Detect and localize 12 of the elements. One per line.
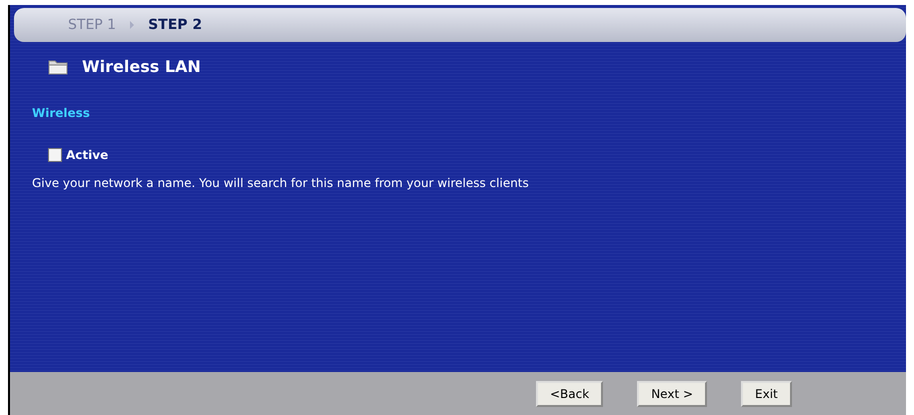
checkbox[interactable] (48, 148, 62, 162)
wizard-button[interactable]: Next > (637, 380, 708, 406)
checkbox-label: Active (66, 148, 108, 162)
wizard-button[interactable]: <Back (536, 380, 604, 406)
page-title: Wireless LAN (82, 57, 201, 76)
section-heading: Wireless (32, 106, 91, 120)
step-label: STEP 1 (68, 17, 116, 33)
folder-icon (48, 58, 68, 74)
description-text: Give your network a name. You will search for this name from your wireless clients (32, 176, 530, 190)
wizard-button[interactable]: Exit (741, 380, 792, 406)
step-label: STEP 2 (148, 17, 202, 33)
arrow-icon (130, 21, 134, 29)
